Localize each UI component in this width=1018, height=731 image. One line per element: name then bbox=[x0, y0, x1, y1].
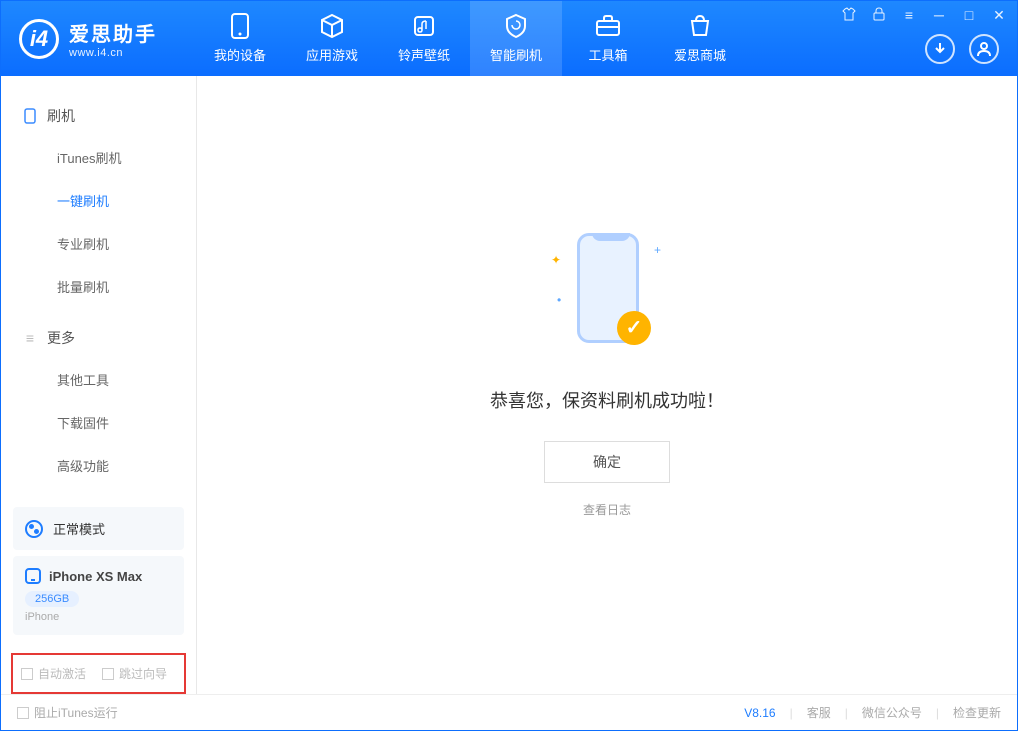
tab-shop[interactable]: 爱思商城 bbox=[654, 1, 746, 76]
shirt-icon[interactable] bbox=[841, 7, 857, 24]
mode-label: 正常模式 bbox=[53, 519, 105, 538]
minimize-icon[interactable]: ─ bbox=[931, 7, 947, 24]
device-small-icon bbox=[25, 568, 41, 584]
status-bar: 阻止iTunes运行 V8.16 | 客服 | 微信公众号 | 检查更新 bbox=[1, 694, 1017, 730]
tab-toolbox[interactable]: 工具箱 bbox=[562, 1, 654, 76]
device-name: iPhone XS Max bbox=[49, 569, 142, 584]
app-logo: i4 爱思助手 www.i4.cn bbox=[19, 18, 194, 59]
success-message: 恭喜您，保资料刷机成功啦！ bbox=[490, 387, 724, 413]
shield-icon bbox=[503, 13, 529, 39]
tab-apps-games[interactable]: 应用游戏 bbox=[286, 1, 378, 76]
download-button[interactable] bbox=[925, 34, 955, 64]
sidebar-item-pro-flash[interactable]: 专业刷机 bbox=[1, 222, 196, 265]
device-mode-box[interactable]: 正常模式 bbox=[13, 507, 184, 550]
main-tabs: 我的设备 应用游戏 铃声壁纸 智能刷机 工具箱 爱思商城 bbox=[194, 1, 746, 76]
sidebar-item-batch-flash[interactable]: 批量刷机 bbox=[1, 265, 196, 308]
footer-link-support[interactable]: 客服 bbox=[807, 704, 831, 721]
close-icon[interactable]: ✕ bbox=[991, 7, 1007, 24]
checkbox-auto-activate[interactable]: 自动激活 bbox=[21, 665, 86, 682]
maximize-icon[interactable]: □ bbox=[961, 7, 977, 24]
main-content: ✦ • + • ✓ 恭喜您，保资料刷机成功啦！ 确定 查看日志 bbox=[197, 76, 1017, 694]
music-icon bbox=[411, 13, 437, 39]
shop-icon bbox=[687, 13, 713, 39]
phone-icon bbox=[23, 109, 37, 123]
view-log-link[interactable]: 查看日志 bbox=[583, 501, 631, 518]
footer-link-update[interactable]: 检查更新 bbox=[953, 704, 1001, 721]
device-icon bbox=[227, 13, 253, 39]
tab-ringtones[interactable]: 铃声壁纸 bbox=[378, 1, 470, 76]
logo-icon: i4 bbox=[19, 19, 59, 59]
sidebar-item-itunes-flash[interactable]: iTunes刷机 bbox=[1, 136, 196, 179]
checkbox-skip-guide[interactable]: 跳过向导 bbox=[102, 665, 167, 682]
check-badge-icon: ✓ bbox=[617, 311, 651, 345]
version-label: V8.16 bbox=[744, 706, 775, 720]
more-icon: ≡ bbox=[23, 331, 37, 345]
sidebar-item-advanced[interactable]: 高级功能 bbox=[1, 444, 196, 487]
cube-icon bbox=[319, 13, 345, 39]
sidebar: 刷机 iTunes刷机 一键刷机 专业刷机 批量刷机 ≡ 更多 其他工具 下载固… bbox=[1, 76, 197, 694]
sidebar-item-download-firmware[interactable]: 下载固件 bbox=[1, 401, 196, 444]
menu-icon[interactable]: ≡ bbox=[901, 7, 917, 24]
success-illustration: ✦ • + • ✓ bbox=[547, 233, 667, 363]
user-button[interactable] bbox=[969, 34, 999, 64]
window-controls: ≡ ─ □ ✕ bbox=[841, 7, 1007, 24]
tab-my-device[interactable]: 我的设备 bbox=[194, 1, 286, 76]
sidebar-section-flash: 刷机 bbox=[1, 96, 196, 136]
logo-title: 爱思助手 bbox=[69, 18, 157, 47]
checkbox-icon bbox=[102, 668, 114, 680]
header-right-buttons bbox=[925, 34, 999, 64]
footer-link-wechat[interactable]: 微信公众号 bbox=[862, 704, 922, 721]
sidebar-section-more: ≡ 更多 bbox=[1, 318, 196, 358]
logo-subtitle: www.i4.cn bbox=[69, 47, 157, 59]
device-capacity: 256GB bbox=[25, 591, 79, 607]
device-type: iPhone bbox=[25, 611, 172, 623]
mode-icon bbox=[25, 520, 43, 538]
sidebar-item-oneclick-flash[interactable]: 一键刷机 bbox=[1, 179, 196, 222]
ok-button[interactable]: 确定 bbox=[544, 441, 670, 483]
checkbox-block-itunes[interactable]: 阻止iTunes运行 bbox=[17, 704, 118, 721]
checkbox-icon bbox=[17, 707, 29, 719]
flash-options-highlight: 自动激活 跳过向导 bbox=[11, 653, 186, 694]
sidebar-item-other-tools[interactable]: 其他工具 bbox=[1, 358, 196, 401]
toolbox-icon bbox=[595, 13, 621, 39]
connected-device-box[interactable]: iPhone XS Max 256GB iPhone bbox=[13, 556, 184, 635]
checkbox-icon bbox=[21, 668, 33, 680]
tab-flash[interactable]: 智能刷机 bbox=[470, 1, 562, 76]
app-header: i4 爱思助手 www.i4.cn 我的设备 应用游戏 铃声壁纸 智能刷机 工具… bbox=[1, 1, 1017, 76]
lock-icon[interactable] bbox=[871, 7, 887, 24]
